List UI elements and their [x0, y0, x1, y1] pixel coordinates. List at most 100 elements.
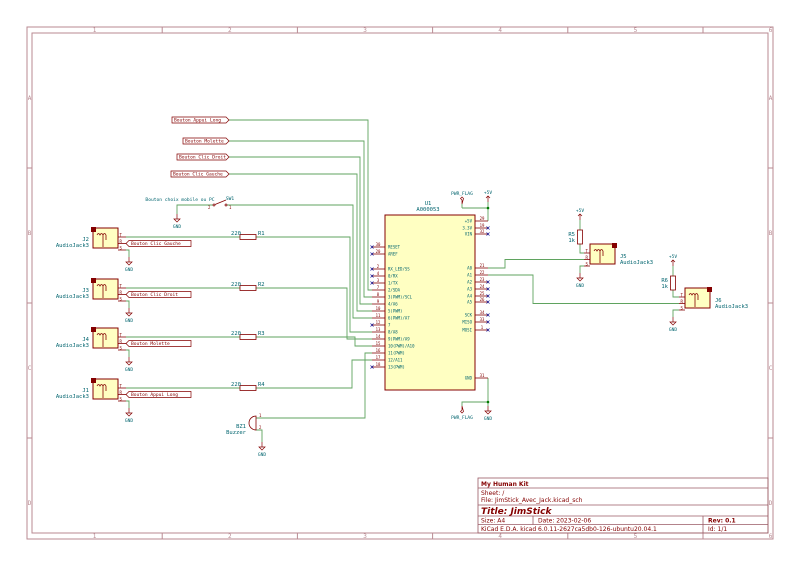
u1-pin-name: SCK	[465, 312, 473, 317]
svg-text:GND: GND	[669, 327, 677, 333]
column-marker: 4	[498, 27, 502, 34]
global-label-jack[interactable]: Bouton Clic Gauche	[125, 240, 192, 248]
jack-body	[92, 278, 119, 300]
audio-jack-j4: J4AudioJack3TRS	[56, 327, 126, 351]
resistor-r3: 220 R3	[231, 331, 265, 340]
u1-pin-number: 18	[376, 362, 381, 367]
jack-pin-letter: S	[120, 296, 123, 301]
u1-pin-name: 5(PWM)	[388, 308, 402, 313]
resistor-value: 220	[231, 231, 241, 237]
u1-pin-number: 26	[480, 297, 485, 302]
resistor-r1: 220 R1	[231, 231, 265, 240]
resistor-ref: R1	[258, 231, 265, 237]
gnd-symbol: GND	[125, 357, 133, 373]
schematic-canvas[interactable]: 112233445566A AB BC CD D My Human Kit Sheet:…	[0, 0, 800, 566]
company-name: My Human Kit	[481, 481, 529, 488]
u1-pin-name: A4	[467, 293, 472, 298]
global-label-top[interactable]: Bouton Clic Gauche	[170, 170, 230, 178]
global-label-top[interactable]: Bouton Molette	[182, 137, 230, 145]
title-block: My Human Kit Sheet: / File: JimStick_Ave…	[477, 477, 769, 534]
global-label-text: Bouton Clic Droit	[179, 155, 226, 161]
sheet-id: Id: 1/1	[708, 526, 727, 533]
audio-jack-j1: J1AudioJack3TRS	[56, 378, 126, 402]
u1-arduino-symbol: U1A00005330 RESET20 AREF2 RX_LED/SS4 0/RX3 1/…	[372, 201, 488, 391]
jack-sleeve-mark	[91, 227, 96, 232]
ground-icon	[258, 442, 266, 451]
wire	[579, 244, 584, 254]
global-label-top[interactable]: Bouton Clic Droit	[176, 153, 230, 161]
file-name: File: JimStick_Avec_Jack.kicad_sch	[481, 497, 583, 504]
u1-pin-name: +5V	[465, 218, 473, 223]
u1-pin-name: A1	[467, 272, 472, 277]
u1-pin-number: 17	[376, 355, 381, 360]
switch-lever	[214, 199, 227, 205]
resistor-value: 1k	[661, 284, 668, 290]
row-marker: C	[769, 365, 773, 372]
jack-body	[684, 287, 711, 309]
resistor-ref: R3	[258, 331, 265, 337]
ground-icon	[484, 406, 492, 415]
u1-pin-number: 23	[480, 277, 485, 282]
sw1-switch: Bouton choix mobile ou PC SW1 2 1	[145, 196, 234, 210]
vcc-symbol: +5V	[576, 208, 584, 220]
jack-pin-letter: T	[681, 292, 684, 297]
tool-version: KiCad E.D.A. kicad 6.0.11-2627ca5db0-126…	[481, 526, 657, 533]
u1-pin-name: A0	[467, 265, 472, 270]
global-label-jack[interactable]: Bouton Appui Long	[125, 391, 192, 399]
u1-pin-name: RX_LED/SS	[388, 266, 410, 271]
u1-value: A000053	[416, 207, 439, 213]
wire	[256, 287, 372, 340]
column-marker: 6	[769, 533, 773, 540]
jack-sleeve-mark	[707, 287, 712, 292]
jack-pin-letter: T	[120, 332, 123, 337]
audio-jack-j3: J3AudioJack3TRS	[56, 278, 126, 302]
ground-icon	[669, 317, 677, 326]
jack-pin-letter: S	[120, 345, 123, 350]
global-label-text: Bouton Molette	[185, 139, 224, 145]
sw1-ref: SW1	[226, 196, 235, 202]
ground-icon	[576, 273, 584, 282]
jack-value: AudioJack3	[56, 343, 89, 349]
gnd-symbol: GND	[258, 442, 266, 458]
global-label-jack[interactable]: Bouton Molette	[125, 340, 192, 348]
jack-sleeve-mark	[91, 327, 96, 332]
u1-pin-number: 19	[480, 223, 485, 228]
global-label-jack[interactable]: Bouton Clic Droit	[125, 291, 192, 299]
u1-pin-name: RESET	[388, 244, 401, 249]
switch-contact	[224, 203, 228, 207]
ground-icon	[125, 308, 133, 317]
u1-pin-number: 10	[376, 306, 381, 311]
resistor-body	[239, 334, 257, 340]
gnd-symbol: GND	[173, 214, 181, 230]
u1-pin-name: A5	[467, 299, 472, 304]
ground-icon	[173, 214, 181, 223]
wire	[579, 265, 584, 273]
u1-pin-number: 24	[480, 284, 485, 289]
global-label-text: Bouton Appui Long	[131, 392, 178, 398]
sw1-pin-number: 2	[208, 205, 211, 210]
column-marker: 5	[634, 533, 638, 540]
u1-pin-name: VIN	[465, 231, 473, 236]
gnd-symbol: GND	[125, 308, 133, 324]
u1-pin-number: 33	[480, 317, 485, 322]
jack-body	[589, 243, 616, 265]
wire	[126, 249, 130, 257]
resistor-r4: 220 R4	[231, 382, 265, 391]
jack-pin-letter: R	[586, 255, 589, 260]
u1-pin-number: 16	[376, 348, 381, 353]
row-marker: A	[769, 95, 773, 102]
wire	[126, 349, 130, 357]
u1-pin-number: 8	[377, 292, 380, 297]
revision: Rev: 0.1	[708, 518, 736, 525]
global-label-top[interactable]: Bouton Appui Long	[171, 116, 230, 124]
global-label-text: Bouton Clic Gauche	[131, 241, 181, 247]
resistor-body	[239, 285, 257, 291]
jack-pin-letter: R	[120, 390, 123, 395]
junction-dot	[486, 400, 490, 404]
u1-pin-number: 22	[480, 270, 485, 275]
wire	[256, 352, 372, 419]
resistor-ref: R4	[258, 382, 265, 388]
power-arrow-icon	[577, 213, 583, 220]
u1-pin-number: 25	[480, 291, 485, 296]
sheet-date: Date: 2023-02-06	[538, 518, 591, 525]
